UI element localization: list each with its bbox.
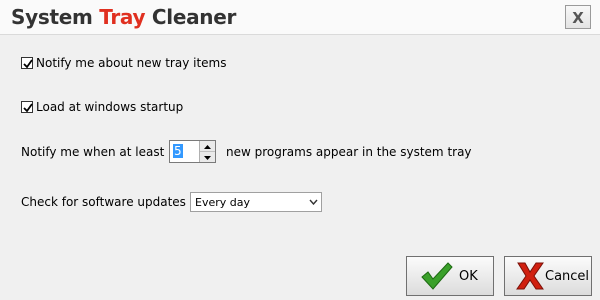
stepper-up-button[interactable] [200, 141, 215, 152]
title-word-system: System [11, 5, 93, 29]
notify-new-items-checkbox[interactable] [21, 57, 33, 69]
cancel-button-label: Cancel [545, 269, 590, 284]
close-button[interactable]: X [565, 5, 591, 29]
load-at-startup-checkbox[interactable] [21, 101, 33, 113]
load-at-startup-label: Load at windows startup [36, 100, 184, 114]
update-frequency-select[interactable]: Every day [190, 192, 322, 212]
load-at-startup-option[interactable]: Load at windows startup [21, 100, 183, 114]
x-mark-icon [516, 262, 544, 290]
chevron-down-icon [309, 199, 318, 205]
title-bar: System Tray Cleaner X [0, 0, 600, 35]
notify-new-items-label: Notify me about new tray items [36, 56, 227, 70]
threshold-value[interactable]: 5 [173, 144, 183, 158]
checkmark-icon [421, 262, 453, 290]
arrow-down-icon [204, 156, 211, 160]
stepper-down-button[interactable] [200, 152, 215, 162]
cancel-button[interactable]: Cancel [504, 256, 592, 296]
window-title: System Tray Cleaner [11, 5, 236, 29]
threshold-stepper[interactable]: 5 [169, 140, 216, 163]
update-frequency-value: Every day [195, 196, 250, 209]
title-word-cleaner: Cleaner [151, 5, 237, 29]
stepper-buttons [199, 141, 215, 162]
checkmark-icon [23, 103, 33, 113]
ok-button[interactable]: OK [406, 256, 494, 296]
notify-new-items-option[interactable]: Notify me about new tray items [21, 56, 227, 70]
ok-button-label: OK [459, 269, 478, 284]
arrow-up-icon [204, 145, 211, 149]
title-word-tray: Tray [99, 5, 146, 29]
checkmark-icon [23, 59, 33, 69]
threshold-label-before: Notify me when at least [21, 145, 165, 159]
threshold-label-after: new programs appear in the system tray [226, 145, 472, 159]
updates-label: Check for software updates [21, 195, 186, 209]
